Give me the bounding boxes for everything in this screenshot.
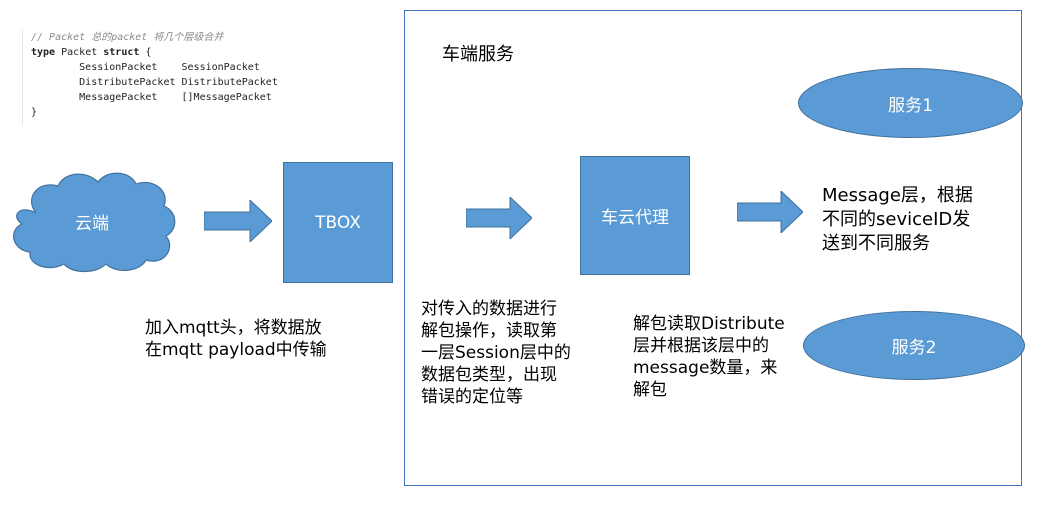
arrow-tbox-to-proxy bbox=[466, 197, 532, 239]
distribute-line-3: message数量，来 bbox=[633, 358, 778, 378]
message-line-2: 不同的seviceID发 bbox=[822, 209, 971, 230]
distribute-annotation: 解包读取Distribute 层并根据该层中的 message数量，来 解包 bbox=[633, 313, 818, 401]
code-line-message: MessagePacket []MessagePacket bbox=[31, 92, 272, 103]
distribute-line-1: 解包读取Distribute bbox=[633, 314, 785, 334]
frame-title: 车端服务 bbox=[442, 44, 514, 65]
distribute-line-4: 解包 bbox=[633, 380, 667, 400]
mqtt-line-2: 在mqtt payload中传输 bbox=[145, 340, 327, 360]
code-line-session: SessionPacket SessionPacket bbox=[31, 62, 260, 73]
message-line-3: 送到不同服务 bbox=[822, 233, 930, 254]
service-1-node: 服务1 bbox=[798, 68, 1023, 138]
message-annotation: Message层，根据 不同的seviceID发 送到不同服务 bbox=[822, 184, 1007, 256]
tbox-label: TBOX bbox=[315, 212, 361, 233]
service-2-label: 服务2 bbox=[891, 338, 937, 358]
parse-line-5: 错误的定位等 bbox=[421, 387, 523, 407]
mqtt-annotation: 加入mqtt头，将数据放 在mqtt payload中传输 bbox=[145, 317, 385, 361]
arrow-proxy-to-services bbox=[737, 191, 803, 233]
parse-line-2: 解包操作，读取第 bbox=[421, 321, 557, 341]
code-keyword-type: type bbox=[31, 47, 56, 58]
distribute-line-2: 层并根据该层中的 bbox=[633, 336, 769, 356]
service-2-node: 服务2 bbox=[803, 311, 1025, 380]
proxy-label: 车云代理 bbox=[601, 208, 669, 228]
parse-line-4: 数据包类型，出现 bbox=[421, 365, 557, 385]
message-line-1: Message层，根据 bbox=[822, 185, 973, 206]
code-keyword-struct: struct bbox=[103, 47, 140, 58]
parse-line-3: 一层Session层中的 bbox=[421, 343, 571, 363]
code-brace-open: { bbox=[139, 47, 152, 58]
cloud-label: 云端 bbox=[75, 214, 109, 234]
code-line-distribute: DistributePacket DistributePacket bbox=[31, 77, 278, 88]
parse-annotation: 对传入的数据进行 解包操作，读取第 一层Session层中的 数据包类型，出现 … bbox=[421, 298, 606, 408]
parse-line-1: 对传入的数据进行 bbox=[421, 299, 557, 319]
mqtt-line-1: 加入mqtt头，将数据放 bbox=[145, 318, 322, 338]
code-snippet: // Packet 总的packet 将几个层级合并 type Packet s… bbox=[22, 30, 282, 125]
code-struct-name: Packet bbox=[55, 47, 104, 58]
tbox-node: TBOX bbox=[283, 162, 393, 283]
service-1-label: 服务1 bbox=[888, 95, 933, 116]
code-line-struct: type Packet struct { bbox=[31, 45, 282, 60]
vehicle-cloud-proxy-node: 车云代理 bbox=[580, 156, 690, 275]
code-comment: // Packet 总的packet 将几个层级合并 bbox=[31, 32, 224, 43]
code-brace-close: } bbox=[31, 107, 38, 118]
arrow-cloud-to-tbox bbox=[204, 200, 272, 242]
